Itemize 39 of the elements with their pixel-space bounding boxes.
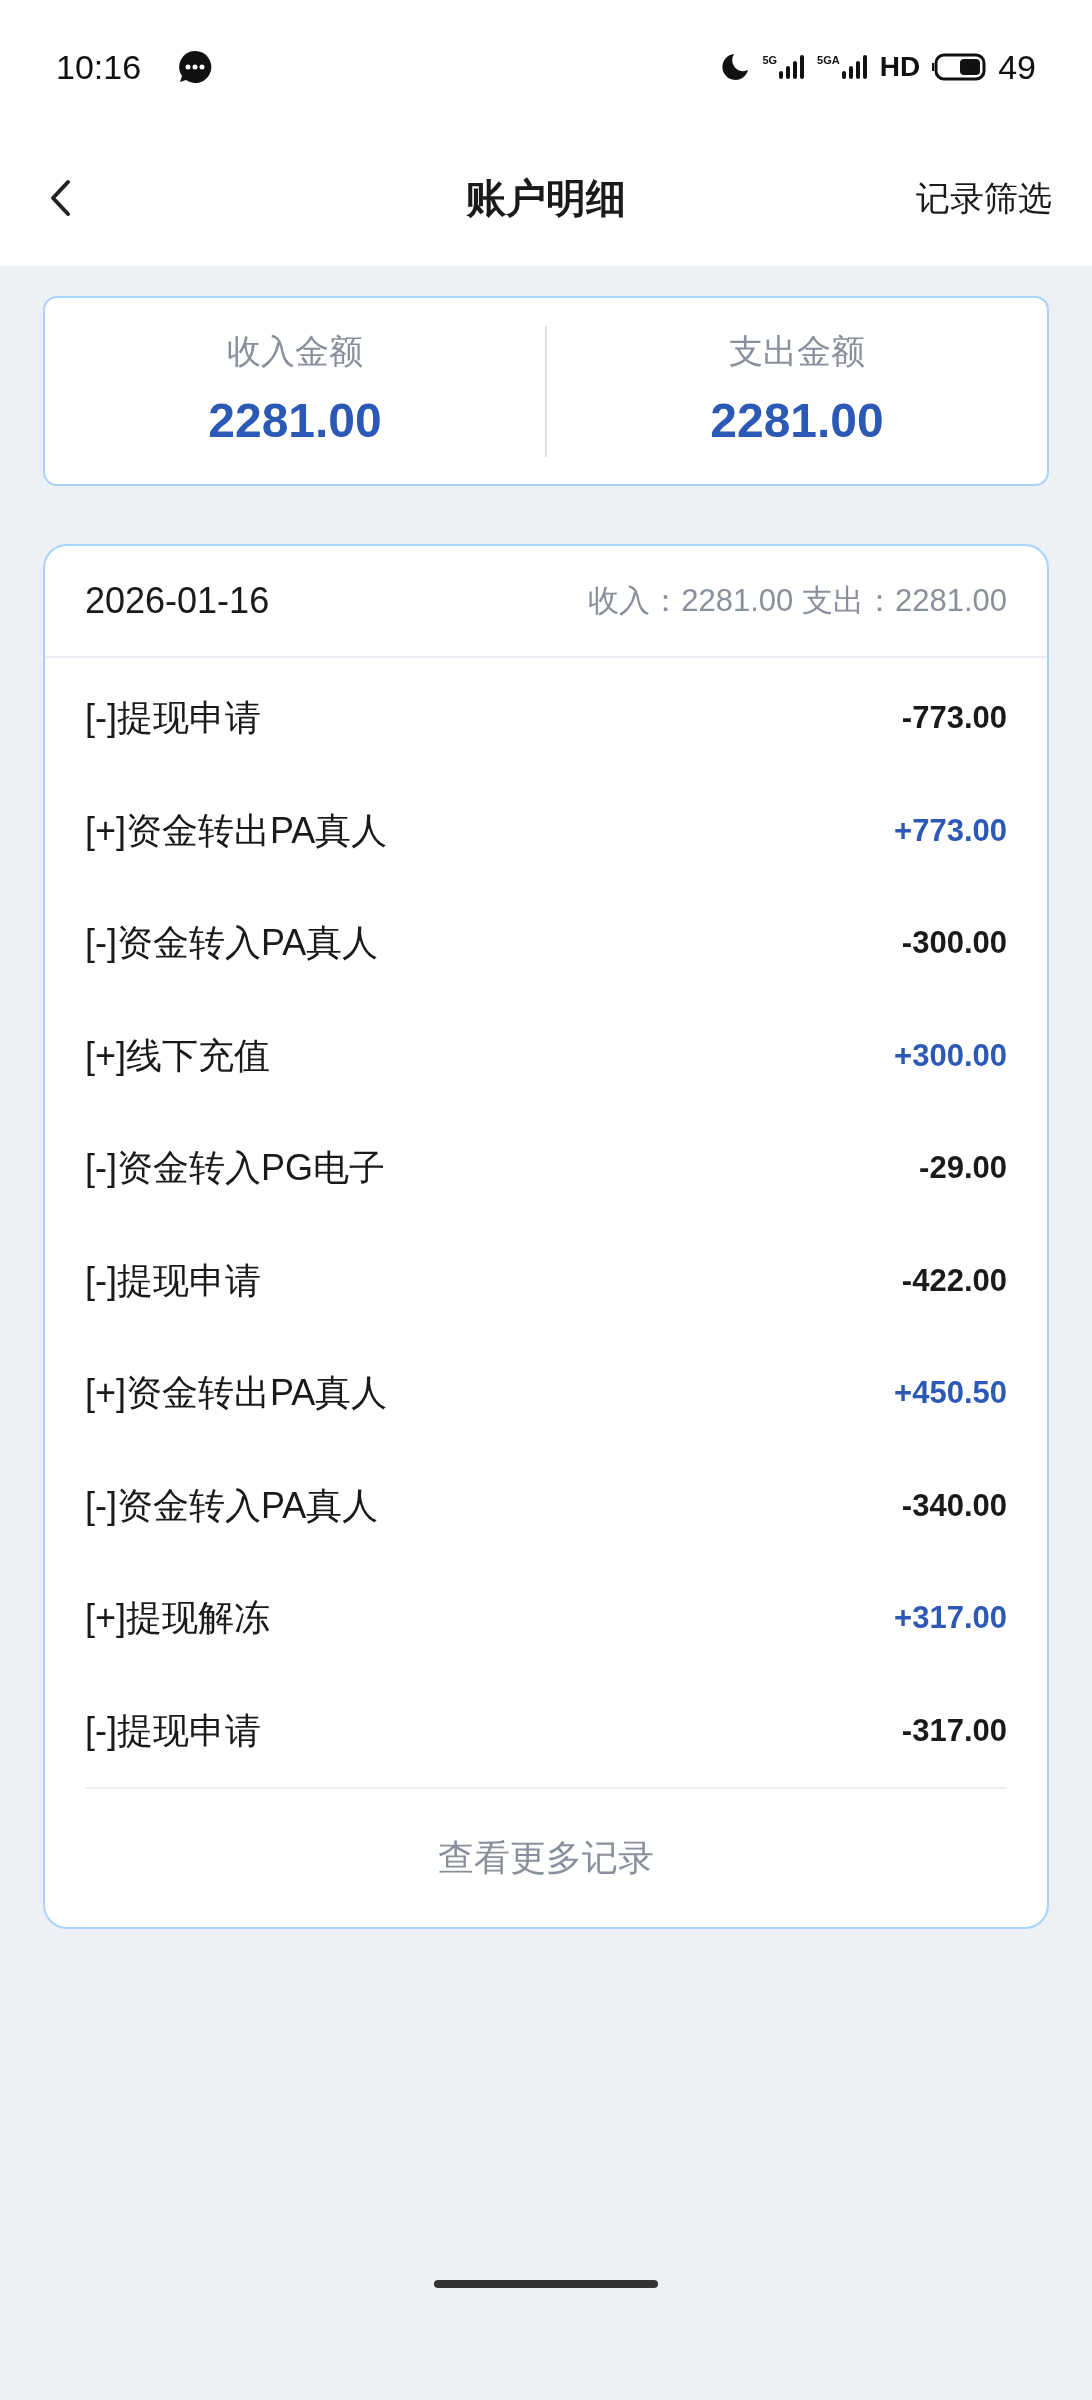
record-name: [+]资金转出PA真人 — [85, 1371, 388, 1416]
page-title: 账户明细 — [466, 175, 626, 222]
record-amount: +450.50 — [894, 1374, 1007, 1412]
record-amount: -773.00 — [901, 699, 1007, 737]
record-name: [+]提现解冻 — [85, 1596, 271, 1641]
battery-icon — [932, 53, 987, 81]
day-totals: 收入：2281.00 支出：2281.00 — [588, 581, 1007, 620]
moon-icon — [720, 52, 751, 82]
network-label: 5G — [762, 55, 778, 66]
summary-amount: 2281.00 — [710, 392, 884, 449]
summary-amount: 2281.00 — [208, 392, 382, 449]
record-name: [+]线下充值 — [85, 1033, 271, 1078]
battery-level: 49 — [998, 46, 1036, 88]
record-name: [+]资金转出PA真人 — [85, 808, 388, 853]
record-name: [-]资金转入PG电子 — [85, 1146, 385, 1191]
record-name: [-]资金转入PA真人 — [85, 921, 379, 966]
record-amount: +773.00 — [894, 811, 1007, 850]
back-icon[interactable] — [48, 178, 72, 218]
signal-icon — [841, 55, 868, 79]
hd-label: HD — [879, 50, 921, 84]
status-time: 10:16 — [56, 46, 142, 88]
record-date: 2026-01-16 — [85, 579, 270, 623]
network-label: 5GA — [817, 55, 840, 66]
record-name: [-]提现申请 — [85, 1708, 261, 1753]
summary-label: 支出金额 — [729, 330, 865, 372]
record-amount: -317.00 — [901, 1711, 1007, 1750]
record-amount: -29.00 — [919, 1149, 1007, 1187]
record-amount: -422.00 — [901, 1261, 1007, 1300]
record-name: [-]资金转入PA真人 — [85, 1483, 379, 1528]
signal-icon — [779, 55, 806, 79]
record-name: [-]提现申请 — [85, 696, 261, 741]
record-amount: -300.00 — [901, 924, 1007, 962]
record-amount: +317.00 — [894, 1599, 1007, 1637]
record-amount: +300.00 — [894, 1036, 1007, 1075]
record-amount: -340.00 — [901, 1486, 1007, 1525]
chat-bubble-icon — [177, 49, 214, 85]
summary-label: 收入金额 — [227, 330, 363, 372]
record-name: [-]提现申请 — [85, 1258, 261, 1303]
filter-button[interactable]: 记录筛选 — [916, 172, 1052, 224]
